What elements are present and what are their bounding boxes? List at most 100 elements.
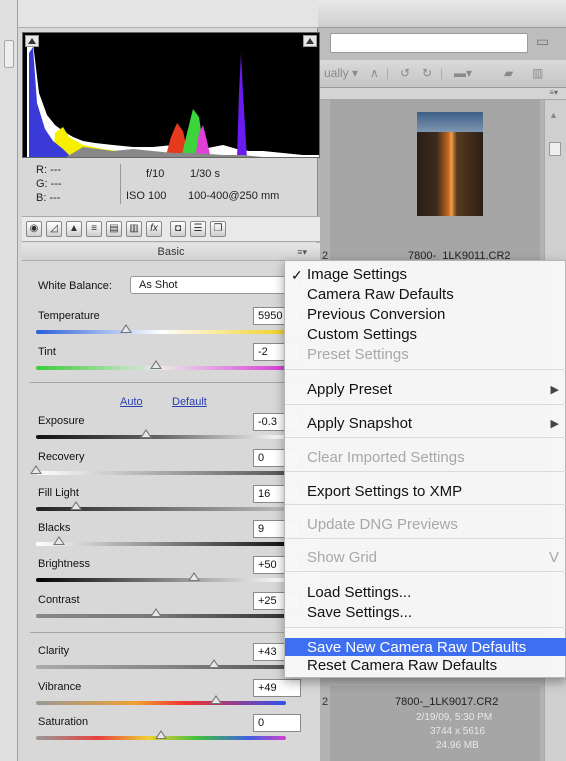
r-label: R:: [36, 164, 47, 176]
submenu-arrow-icon: ▶: [550, 384, 559, 396]
slider-label: Tint: [38, 346, 56, 358]
slider-knob[interactable]: [207, 659, 220, 668]
highlight-clipping-toggle[interactable]: [303, 35, 317, 47]
menu-item-load-settings[interactable]: Load Settings...: [285, 583, 566, 603]
white-balance-label: White Balance:: [38, 280, 112, 292]
checkmark-icon: ✓: [291, 267, 303, 283]
menu-item-custom-settings[interactable]: Custom Settings: [285, 325, 566, 345]
menu-item-previous-conversion[interactable]: Previous Conversion: [285, 305, 566, 325]
slider-track[interactable]: [36, 542, 286, 546]
slider-label: Fill Light: [38, 487, 79, 499]
slider-knob[interactable]: [52, 536, 65, 545]
menu-item-reset-camera-raw-defaults[interactable]: Reset Camera Raw Defaults: [285, 656, 566, 676]
menu-item-image-settings[interactable]: ✓ Image Settings: [285, 265, 566, 285]
default-link[interactable]: Default: [172, 396, 207, 408]
info-readout: R: --- G: --- B: --- f/10 1/30 s ISO 100…: [28, 160, 314, 208]
snapshots-tab-icon[interactable]: ❐: [210, 221, 226, 237]
detail-tab-icon[interactable]: ▲: [66, 221, 82, 237]
thumbnail-filename: 7800-_1LK9017.CR2: [395, 696, 499, 708]
slider-track[interactable]: [36, 471, 286, 475]
camera-calibration-tab-icon[interactable]: ◘: [170, 221, 186, 237]
menu-separator: [285, 571, 566, 572]
slider-knob[interactable]: [155, 730, 167, 739]
search-input[interactable]: [330, 33, 528, 53]
panel-menu-icon[interactable]: ≡▾: [549, 88, 558, 97]
lens-corrections-tab-icon[interactable]: ▥: [126, 221, 142, 237]
toolbar-divider: |: [440, 66, 444, 80]
sort-menu[interactable]: ually: [324, 66, 349, 80]
menu-item-label: Clear Imported Settings: [307, 449, 465, 466]
vibrance-field[interactable]: +49: [253, 679, 301, 697]
g-label: G:: [36, 178, 48, 190]
toolbar-divider: |: [386, 66, 390, 80]
hsl-tab-icon[interactable]: ≡: [86, 221, 102, 237]
menu-item-save-settings[interactable]: Save Settings...: [285, 603, 566, 623]
settings-context-menu: ✓ Image Settings Camera Raw Defaults Previo…: [284, 260, 566, 678]
shadow-clipping-toggle[interactable]: [25, 35, 39, 47]
slider-knob[interactable]: [30, 465, 42, 474]
effects-tab-icon[interactable]: fx: [146, 221, 162, 237]
menu-item-label: Image Settings: [307, 266, 408, 283]
sort-ascending-icon[interactable]: ∧: [370, 66, 379, 80]
menu-separator: [285, 437, 566, 438]
slider-track[interactable]: [36, 665, 286, 669]
white-balance-select[interactable]: As Shot: [130, 276, 300, 294]
rotate-right-icon[interactable]: ↻: [422, 66, 432, 80]
white-balance-value: As Shot: [139, 279, 178, 291]
g-value: ---: [50, 178, 62, 190]
menu-item-apply-preset[interactable]: Apply Preset ▶: [285, 380, 566, 400]
slider-knob[interactable]: [120, 324, 132, 333]
readout-divider: [120, 164, 121, 204]
auto-link[interactable]: Auto: [120, 396, 143, 408]
lens-value: 100-400@250 mm: [188, 190, 280, 202]
slider-knob[interactable]: [150, 608, 162, 617]
menu-separator: [285, 504, 566, 505]
presets-tab-icon[interactable]: ☰: [190, 221, 206, 237]
panel-notch[interactable]: [4, 40, 14, 68]
folder-icon[interactable]: ▬▾: [454, 66, 472, 80]
menu-separator: [285, 627, 566, 628]
slider-track[interactable]: [36, 330, 286, 334]
window-control-icon[interactable]: ▭: [536, 33, 552, 51]
submenu-arrow-icon: ▶: [550, 418, 559, 430]
menu-item-apply-snapshot[interactable]: Apply Snapshot ▶: [285, 414, 566, 434]
menu-item-show-grid: Show Grid V: [285, 548, 566, 568]
partial-text: 2: [322, 696, 329, 708]
menu-separator: [285, 369, 566, 370]
panel-tabs: ◉ ◿ ▲ ≡ ▤ ▥ fx ◘ ☰ ❐: [22, 216, 320, 242]
split-toning-tab-icon[interactable]: ▤: [106, 221, 122, 237]
slider-knob[interactable]: [70, 501, 82, 510]
panel-menu-icon[interactable]: ≡▾: [297, 247, 307, 258]
thumbnail-image[interactable]: [417, 112, 483, 216]
aperture-value: f/10: [146, 168, 165, 180]
slider-knob[interactable]: [150, 360, 162, 369]
slider-track[interactable]: [36, 578, 286, 582]
sort-dropdown-icon[interactable]: ▾: [352, 66, 358, 80]
rotate-left-icon[interactable]: ↺: [400, 66, 410, 80]
bridge-subbar: ≡▾: [318, 88, 566, 100]
tone-curve-tab-icon[interactable]: ◿: [46, 221, 62, 237]
saturation-field[interactable]: 0: [253, 714, 301, 732]
thumbnail-dimensions: 3744 x 5616: [430, 726, 486, 737]
section-divider: [30, 382, 320, 383]
menu-item-camera-raw-defaults[interactable]: Camera Raw Defaults: [285, 285, 566, 305]
menu-item-export-settings-to-xmp[interactable]: Export Settings to XMP: [285, 482, 566, 502]
basic-tab-icon[interactable]: ◉: [26, 221, 42, 237]
panel-section-title: Basic: [22, 243, 320, 261]
slider-knob[interactable]: [210, 695, 222, 704]
section-divider: [30, 632, 320, 633]
slider-track[interactable]: [36, 701, 286, 705]
scroll-up-icon[interactable]: ▲: [549, 110, 558, 120]
trash-icon[interactable]: ▥: [532, 66, 543, 80]
slider-knob[interactable]: [187, 572, 200, 581]
menu-item-label: Save Settings...: [307, 604, 413, 621]
menu-item-save-new-camera-raw-defaults[interactable]: Save New Camera Raw Defaults: [285, 638, 566, 656]
menu-item-clear-imported-settings: Clear Imported Settings: [285, 448, 566, 468]
scrollbar-thumb[interactable]: [549, 142, 561, 156]
menu-item-label: Custom Settings: [307, 326, 418, 343]
slider-label: Brightness: [38, 558, 90, 570]
top-strip: [18, 0, 318, 28]
new-folder-icon[interactable]: ▰: [504, 66, 513, 80]
slider-knob[interactable]: [140, 429, 152, 438]
slider-track[interactable]: [36, 435, 286, 439]
